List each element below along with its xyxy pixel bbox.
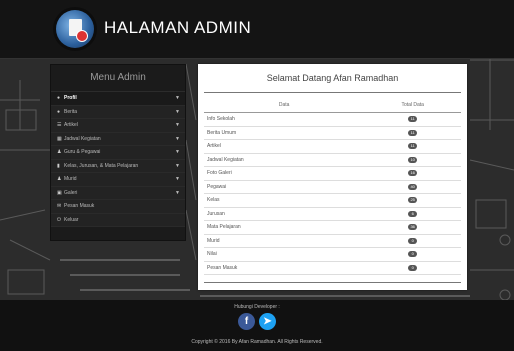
welcome-title: Selamat Datang Afan Ramadhan — [266, 73, 399, 83]
sidebar-item-label: Galeri — [64, 189, 78, 196]
table-row: Nilai 0 — [204, 247, 461, 262]
sidebar-item-label: Berita — [64, 108, 78, 115]
table-row: Info Sekolah 11 — [204, 112, 461, 127]
admin-report-icon — [56, 10, 94, 48]
table-row: Jurusan 6 — [204, 207, 461, 221]
contact-label: Hubungi Developer : — [234, 304, 280, 310]
count-badge: 11 — [408, 143, 418, 150]
sidebar-item-label: Artikel — [64, 122, 78, 128]
twitter-icon[interactable]: ➤ — [259, 313, 276, 330]
sidebar-item[interactable]: ⏻ Keluar — [51, 213, 185, 227]
sidebar-item-label: Profil — [64, 95, 77, 101]
row-label: Jurusan — [204, 207, 365, 221]
count-badge: 0 — [408, 237, 418, 244]
header: HALAMAN ADMIN — [0, 0, 514, 59]
sidebar-item-label: Kelas, Jurusan, & Mata Pelajaran — [64, 162, 139, 169]
row-label: Info Sekolah — [204, 112, 365, 127]
facebook-icon[interactable]: f — [238, 313, 255, 330]
count-badge: 0 — [408, 251, 418, 258]
sidebar-item[interactable]: ✉ Pesan Masuk — [51, 200, 185, 214]
row-label: Berita Umum — [204, 126, 365, 140]
count-badge: 25 — [408, 197, 418, 204]
sidebar-item[interactable]: ● Profil ▼ — [51, 92, 185, 106]
column-header-total: Total Data — [364, 98, 461, 113]
chevron-down-icon: ▼ — [175, 122, 180, 128]
row-label: Kelas — [204, 193, 365, 208]
count-badge: 16 — [408, 170, 418, 177]
student-icon: ♟ — [57, 176, 62, 182]
sidebar-item-label: Guru & Pegawai — [64, 149, 101, 155]
sidebar-item[interactable]: ♟ Murid ▼ — [51, 173, 185, 187]
main-panel: Selamat Datang Afan Ramadhan Data Total … — [198, 64, 467, 290]
table-row: Berita Umum 11 — [204, 126, 461, 140]
row-label: Mata Pelajaran — [204, 220, 365, 235]
sidebar-item[interactable]: ▮ Kelas, Jurusan, & Mata Pelajaran ▼ — [51, 159, 185, 173]
user-icon: ● — [57, 95, 61, 101]
copyright-text: Copyright © 2016 By Afan Ramadhan. All R… — [191, 339, 323, 345]
globe-icon: ● — [57, 108, 61, 115]
app-title: HALAMAN ADMIN — [104, 18, 252, 37]
count-badge: 6 — [408, 210, 418, 217]
column-header-data: Data — [204, 98, 365, 113]
sidebar-menu: Menu Admin ● Profil ▼ ● Berita ▼ ☰ Artikel ▼ ▦ Jad… — [50, 64, 186, 241]
sidebar-title: Menu Admin — [51, 65, 185, 92]
mail-icon: ✉ — [57, 203, 62, 209]
chevron-down-icon: ▼ — [175, 176, 180, 182]
sidebar-item[interactable]: ▣ Galeri ▼ — [51, 186, 185, 200]
power-icon: ⏻ — [57, 216, 61, 223]
row-label: Jadwal Kegiatan — [204, 153, 365, 167]
chevron-down-icon: ▼ — [175, 162, 180, 169]
sidebar-item-label: Pesan Masuk — [64, 203, 95, 209]
summary-table: Data Total Data Info Sekolah 11 Berita Umu… — [204, 98, 461, 275]
row-label: Nilai — [204, 247, 365, 262]
sidebar-item[interactable]: ● Berita ▼ — [51, 105, 185, 119]
table-row: Pesan Masuk 0 — [204, 261, 461, 275]
list-icon: ☰ — [57, 122, 62, 128]
count-badge: 11 — [408, 116, 418, 123]
chevron-down-icon: ▼ — [175, 189, 180, 196]
chevron-down-icon: ▼ — [175, 149, 180, 155]
users-icon: ♟ — [57, 149, 62, 155]
count-badge: 40 — [408, 183, 418, 190]
row-label: Murid — [204, 234, 365, 248]
row-label: Pesan Masuk — [204, 261, 365, 275]
table-row: Murid 0 — [204, 234, 461, 248]
sidebar-item[interactable]: ♟ Guru & Pegawai ▼ — [51, 146, 185, 160]
table-row: Pegawai 40 — [204, 180, 461, 194]
book-icon: ▮ — [57, 162, 60, 169]
row-label: Pegawai — [204, 180, 365, 194]
table-row: Foto Galeri 16 — [204, 166, 461, 181]
divider — [204, 282, 461, 283]
count-badge: 0 — [408, 264, 418, 271]
count-badge: 36 — [408, 224, 418, 231]
sidebar-item-label: Jadwal Kegiatan — [64, 135, 101, 142]
table-row: Jadwal Kegiatan 10 — [204, 153, 461, 167]
chevron-down-icon: ▼ — [175, 108, 180, 115]
count-badge: 10 — [408, 156, 418, 163]
table-row: Kelas 25 — [204, 193, 461, 208]
table-row: Artikel 11 — [204, 139, 461, 154]
table-row: Mata Pelajaran 36 — [204, 220, 461, 235]
sidebar-item-label: Murid — [64, 176, 77, 182]
image-icon: ▣ — [57, 189, 62, 196]
row-label: Foto Galeri — [204, 166, 365, 181]
sidebar-item[interactable]: ☰ Artikel ▼ — [51, 119, 185, 133]
footer: Hubungi Developer : f ➤ Copyright © 2016… — [0, 300, 514, 351]
row-label: Artikel — [204, 139, 365, 154]
chevron-down-icon: ▼ — [175, 135, 180, 142]
divider — [204, 92, 461, 93]
sidebar-item-label: Keluar — [64, 216, 79, 223]
calendar-icon: ▦ — [57, 135, 62, 142]
count-badge: 11 — [408, 129, 418, 136]
chevron-down-icon: ▼ — [175, 95, 180, 101]
sidebar-item[interactable]: ▦ Jadwal Kegiatan ▼ — [51, 132, 185, 146]
